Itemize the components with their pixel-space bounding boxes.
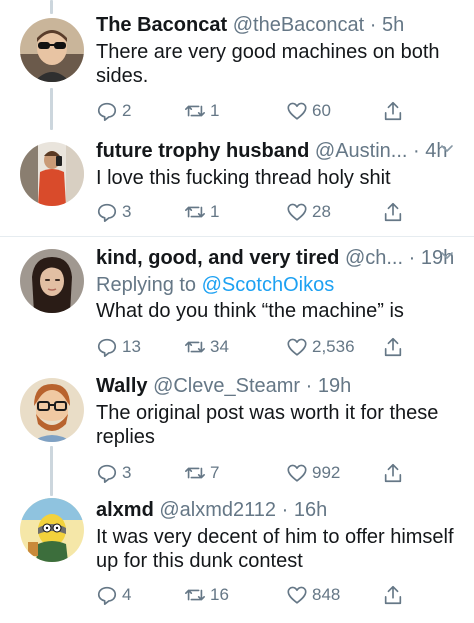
retweet-button[interactable]: 16 [184, 581, 229, 609]
retweet-icon [185, 467, 205, 479]
heart-icon [287, 102, 307, 120]
share-button[interactable] [382, 97, 404, 125]
tweet-actions: 13 34 2,536 [96, 333, 416, 361]
heart-icon [287, 464, 307, 482]
retweet-icon [185, 206, 205, 218]
retweet-button[interactable]: 34 [184, 333, 229, 361]
share-button[interactable] [382, 198, 404, 226]
avatar[interactable] [20, 249, 84, 313]
chevron-down-icon[interactable] [440, 142, 454, 156]
tweet-text: It was very decent of him to offer himse… [96, 526, 454, 572]
display-name[interactable]: Wally [96, 375, 148, 397]
tweet-header: future trophy husband @Austin... · 4h [96, 138, 460, 164]
like-count: 28 [312, 202, 331, 221]
tweet-header: Wally @Cleve_Steamr · 19h [96, 375, 352, 397]
like-count: 60 [312, 101, 331, 120]
tweet-header: The Baconcat @theBaconcat · 5h [96, 14, 405, 36]
share-icon [384, 463, 402, 483]
reply-count: 13 [122, 337, 141, 356]
share-button[interactable] [382, 459, 404, 487]
share-icon [384, 337, 402, 357]
reply-count: 3 [122, 202, 132, 221]
tweet-text: There are very good machines on both sid… [96, 41, 440, 87]
retweet-button[interactable]: 7 [184, 459, 219, 487]
tweet-actions: 2 1 60 [96, 97, 416, 125]
retweet-count: 16 [210, 585, 229, 604]
reply-button[interactable]: 4 [96, 581, 131, 609]
user-handle[interactable]: @Austin... [315, 140, 408, 162]
user-handle[interactable]: @alxmd2112 [159, 499, 276, 521]
display-name[interactable]: alxmd [96, 499, 154, 521]
tweet-actions: 4 16 848 [96, 581, 416, 609]
tweet-text: The original post was worth it for these… [96, 402, 439, 448]
user-handle[interactable]: @Cleve_Steamr [153, 375, 300, 397]
display-name[interactable]: The Baconcat [96, 14, 227, 36]
heart-icon [287, 586, 307, 604]
like-button[interactable]: 60 [286, 97, 331, 125]
tweet-actions: 3 1 28 [96, 198, 416, 226]
chevron-down-icon[interactable] [440, 249, 454, 263]
retweet-button[interactable]: 1 [184, 198, 219, 226]
avatar[interactable] [20, 142, 84, 206]
tweet-kind-good-tired[interactable]: kind, good, and very tired @ch... · 19h … [0, 237, 474, 365]
like-count: 848 [312, 585, 341, 604]
tweet-wally[interactable]: Wally @Cleve_Steamr · 19h The original p… [0, 365, 474, 495]
reply-button[interactable]: 13 [96, 333, 141, 361]
retweet-count: 7 [210, 463, 220, 482]
share-icon [384, 101, 402, 121]
reply-button[interactable]: 3 [96, 198, 131, 226]
like-button[interactable]: 848 [286, 581, 340, 609]
tweet-header: alxmd @alxmd2112 · 16h [96, 499, 328, 521]
reply-button[interactable]: 3 [96, 459, 131, 487]
replying-to: Replying to @ScotchOikos [96, 274, 335, 296]
replying-to-link[interactable]: @ScotchOikos [202, 274, 335, 296]
reply-icon [97, 586, 117, 605]
share-button[interactable] [382, 333, 404, 361]
tweet-text: I love this fucking thread holy shit [96, 167, 391, 189]
share-button[interactable] [382, 581, 404, 609]
timestamp[interactable]: 5h [382, 14, 404, 36]
avatar[interactable] [20, 498, 84, 562]
display-name[interactable]: future trophy husband [96, 140, 309, 162]
like-count: 992 [312, 463, 341, 482]
retweet-button[interactable]: 1 [184, 97, 219, 125]
avatar[interactable] [20, 378, 84, 442]
reply-icon [97, 102, 117, 121]
like-count: 2,536 [312, 337, 355, 356]
display-name[interactable]: kind, good, and very tired [96, 247, 339, 269]
avatar[interactable] [20, 18, 84, 82]
like-button[interactable]: 2,536 [286, 333, 355, 361]
user-handle[interactable]: @theBaconcat [233, 14, 365, 36]
share-icon [384, 585, 402, 605]
timestamp[interactable]: 16h [294, 499, 327, 521]
reply-count: 3 [122, 463, 132, 482]
retweet-count: 1 [210, 101, 220, 120]
retweet-icon [185, 105, 205, 117]
user-handle[interactable]: @ch... [345, 247, 403, 269]
like-button[interactable]: 28 [286, 198, 331, 226]
tweet-text: What do you think “the machine” is [96, 300, 404, 322]
retweet-icon [185, 341, 205, 353]
tweet-actions: 3 7 992 [96, 459, 416, 487]
retweet-count: 1 [210, 202, 220, 221]
tweet-baconcat[interactable]: The Baconcat @theBaconcat · 5h There are… [0, 0, 474, 140]
tweet-header: kind, good, and very tired @ch... · 19h [96, 247, 455, 269]
reply-icon [97, 203, 117, 222]
heart-icon [287, 338, 307, 356]
retweet-icon [185, 589, 205, 601]
tweet-alxmd[interactable]: alxmd @alxmd2112 · 16h It was very decen… [0, 495, 474, 623]
reply-button[interactable]: 2 [96, 97, 131, 125]
share-icon [384, 202, 402, 222]
heart-icon [287, 203, 307, 221]
timestamp[interactable]: 19h [318, 375, 351, 397]
tweet-future-trophy-husband[interactable]: future trophy husband @Austin... · 4h I … [0, 136, 474, 234]
reply-count: 2 [122, 101, 132, 120]
reply-count: 4 [122, 585, 132, 604]
retweet-count: 34 [210, 337, 229, 356]
reply-icon [97, 464, 117, 483]
reply-icon [97, 338, 117, 357]
like-button[interactable]: 992 [286, 459, 340, 487]
